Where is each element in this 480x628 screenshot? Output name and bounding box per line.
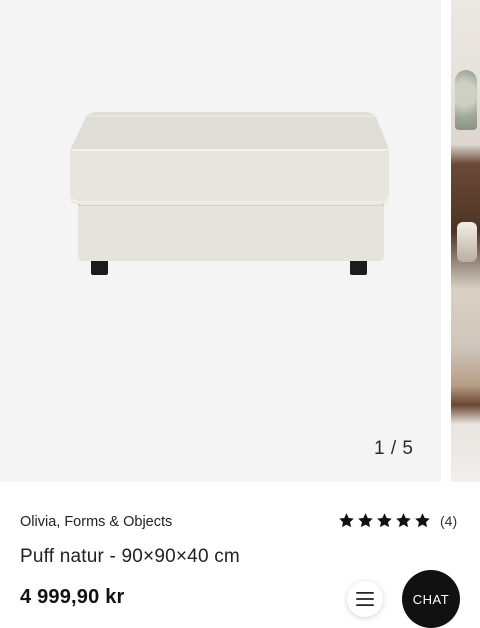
menu-button[interactable] — [347, 581, 383, 617]
star-icon — [415, 513, 430, 528]
star-icon — [358, 513, 373, 528]
hamburger-menu-icon — [356, 592, 374, 606]
chat-button-label: CHAT — [412, 591, 450, 607]
product-title: Puff natur - 90×90×40 cm — [20, 546, 240, 567]
star-icon — [339, 513, 354, 528]
star-icon — [396, 513, 411, 528]
gallery-counter: 1 / 5 — [374, 438, 414, 459]
gallery-slide-current[interactable] — [0, 0, 441, 482]
gallery-slide-next[interactable] — [451, 0, 480, 482]
chat-button[interactable]: CHAT — [402, 570, 460, 628]
ottoman-product-image — [70, 112, 389, 275]
lamp-image — [457, 222, 477, 262]
product-price: 4 999,90 kr — [20, 586, 125, 608]
star-icon — [377, 513, 392, 528]
product-rating[interactable]: (4) — [338, 512, 457, 529]
product-brand[interactable]: Olivia, Forms & Objects — [20, 514, 172, 530]
plant-vase-image — [455, 70, 477, 130]
rating-count: (4) — [440, 512, 458, 529]
product-image-gallery[interactable]: 1 / 5 — [0, 0, 480, 482]
